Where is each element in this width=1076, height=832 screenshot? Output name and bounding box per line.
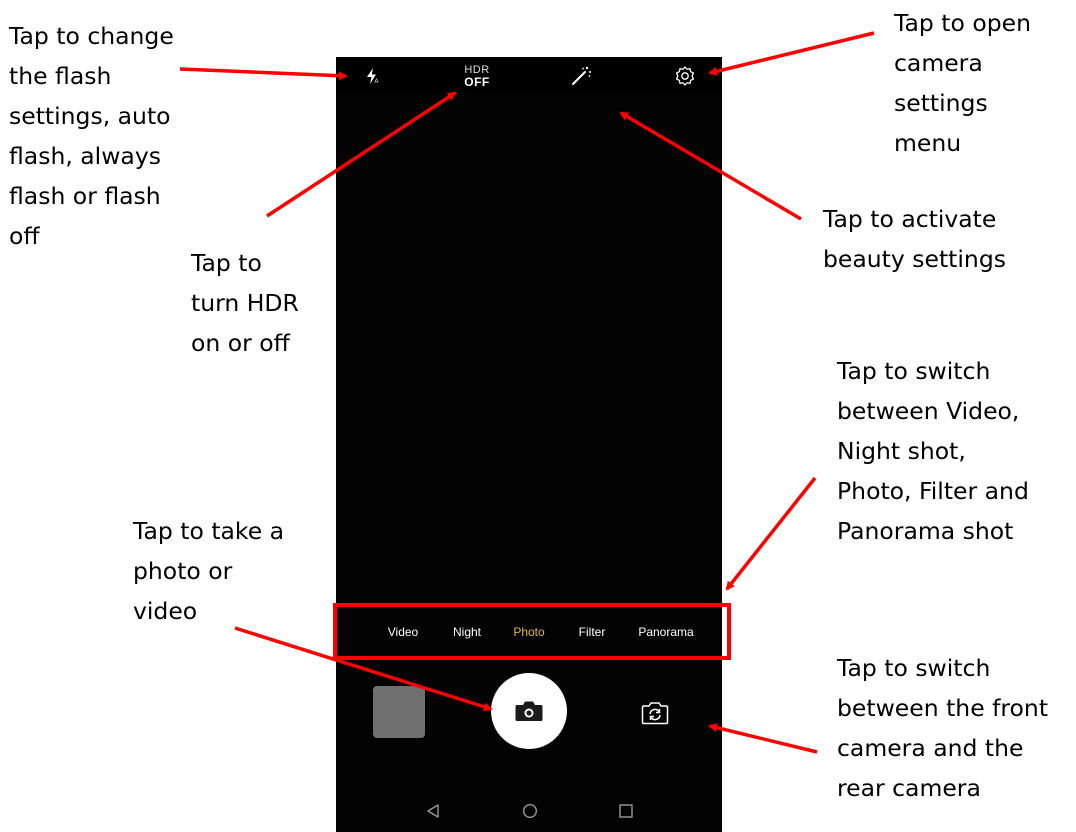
magic-wand-icon	[572, 66, 591, 85]
annotation-line: video	[133, 597, 198, 625]
annotation-line: Tap to switch	[837, 357, 991, 385]
nav-recent-button[interactable]	[618, 803, 634, 824]
svg-text:A: A	[375, 79, 379, 85]
annotation-line: Tap to activate	[823, 205, 997, 233]
switch-camera-button[interactable]	[641, 700, 669, 726]
camera-icon	[515, 701, 543, 721]
annotation-line: Tap to take a	[133, 517, 285, 545]
annotation-line: flash, always	[9, 142, 161, 170]
annotation-line: beauty settings	[823, 245, 1006, 273]
arrow-to-modes	[725, 476, 817, 591]
annotation-line: Tap to open	[894, 9, 1031, 37]
gear-icon	[675, 66, 695, 86]
annotation-line: settings	[894, 89, 988, 117]
square-recent-icon	[619, 804, 633, 818]
arrow-to-switch-camera	[708, 723, 818, 754]
annotation-flash: Tap to change the flash settings, auto f…	[9, 16, 174, 256]
annotation-beauty: Tap to activate beauty settings	[823, 199, 1006, 279]
annotation-line: rear camera	[837, 774, 981, 802]
annotation-line: between Video,	[837, 397, 1020, 425]
circle-home-icon	[522, 803, 538, 819]
annotation-line: photo or	[133, 557, 233, 585]
mode-highlight-box	[333, 603, 731, 660]
beauty-button[interactable]	[568, 62, 594, 90]
annotation-line: menu	[894, 129, 962, 157]
nav-home-button[interactable]	[522, 803, 538, 824]
navigation-bar	[336, 797, 722, 832]
shutter-button[interactable]	[491, 673, 567, 749]
annotation-line: Photo, Filter and	[837, 477, 1029, 505]
annotation-shutter: Tap to take a photo or video	[133, 511, 284, 631]
annotation-line: Tap to	[191, 249, 262, 277]
annotation-line: camera	[894, 49, 983, 77]
annotation-line: turn HDR	[191, 289, 299, 317]
annotation-switch: Tap to switch between the front camera a…	[837, 648, 1048, 808]
annotation-line: Panorama shot	[837, 517, 1014, 545]
viewfinder[interactable]	[336, 94, 722, 599]
annotation-modes: Tap to switch between Video, Night shot,…	[837, 351, 1029, 551]
hdr-state-label: OFF	[464, 74, 490, 89]
annotation-hdr: Tap to turn HDR on or off	[191, 243, 299, 363]
hdr-label: HDR	[464, 63, 490, 76]
arrow-to-flash	[179, 67, 348, 81]
flash-icon: A	[367, 68, 379, 85]
annotation-line: off	[9, 222, 40, 250]
camera-screen: A HDR OFF Video Night Photo Filter Panor…	[336, 57, 722, 832]
annotation-line: camera and the	[837, 734, 1024, 762]
annotation-line: Night shot,	[837, 437, 966, 465]
flash-button[interactable]: A	[362, 62, 382, 90]
nav-back-button[interactable]	[426, 803, 440, 824]
annotation-line: Tap to switch	[837, 654, 991, 682]
camera-top-bar: A HDR OFF	[336, 57, 722, 94]
annotation-line: on or off	[191, 329, 290, 357]
switch-camera-icon	[641, 702, 669, 725]
arrow-to-settings	[708, 31, 875, 76]
gallery-thumbnail[interactable]	[373, 686, 425, 738]
annotation-settings: Tap to open camera settings menu	[894, 3, 1031, 163]
annotation-line: settings, auto	[9, 102, 171, 130]
annotation-line: the flash	[9, 62, 112, 90]
annotation-line: Tap to change	[9, 22, 174, 50]
annotation-line: between the front	[837, 694, 1049, 722]
settings-button[interactable]	[672, 62, 698, 90]
hdr-toggle-button[interactable]: HDR OFF	[456, 62, 498, 90]
annotation-line: flash or flash	[9, 182, 161, 210]
triangle-back-icon	[427, 804, 439, 818]
